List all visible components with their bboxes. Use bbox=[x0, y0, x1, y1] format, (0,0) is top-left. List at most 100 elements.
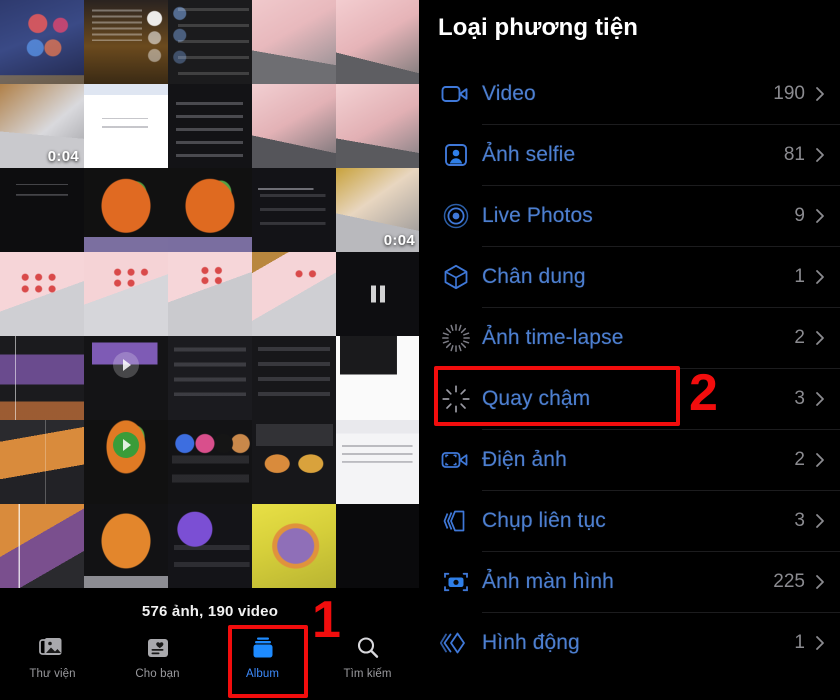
media-type-count: 2 bbox=[794, 326, 805, 348]
media-type-row-anh-time-lapse[interactable]: Ảnh time-lapse 2 bbox=[420, 307, 840, 368]
photo-thumbnail[interactable] bbox=[84, 504, 168, 588]
photo-thumbnail[interactable] bbox=[84, 84, 168, 168]
chevron-right-icon bbox=[814, 208, 826, 224]
media-type-row-video[interactable]: Video 190 bbox=[420, 63, 840, 124]
cinematic-video-icon bbox=[434, 438, 478, 482]
annotation-number-1: 1 bbox=[312, 591, 341, 649]
live-photo-rings-icon bbox=[434, 194, 478, 238]
play-icon bbox=[113, 351, 139, 378]
media-type-list[interactable]: Video 190 Ảnh selfie 81 Live Photos 9 Ch… bbox=[420, 63, 840, 673]
media-type-row-live-photos[interactable]: Live Photos 9 bbox=[420, 185, 840, 246]
media-type-row-dien-anh[interactable]: Điện ảnh 2 bbox=[420, 429, 840, 490]
media-type-label: Chân dung bbox=[482, 264, 586, 288]
photo-thumbnail[interactable] bbox=[168, 168, 252, 252]
tab-cho-ban[interactable]: Cho bạn bbox=[105, 633, 210, 680]
animated-chevrons-icon bbox=[434, 621, 478, 665]
library-count-label: 576 ảnh, 190 video bbox=[141, 602, 279, 620]
chevron-right-icon bbox=[814, 86, 826, 102]
photo-thumbnail[interactable] bbox=[84, 252, 168, 336]
photo-thumbnail[interactable] bbox=[168, 0, 252, 84]
row-separator bbox=[482, 429, 840, 430]
play-icon bbox=[113, 432, 139, 459]
photo-thumbnail[interactable] bbox=[84, 168, 168, 252]
media-type-row-chup-lien-tuc[interactable]: Chụp liên tục 3 bbox=[420, 490, 840, 551]
photo-thumbnail[interactable] bbox=[0, 336, 84, 420]
photo-thumbnail[interactable] bbox=[336, 252, 420, 336]
media-type-label: Chụp liên tục bbox=[482, 508, 606, 532]
photo-thumbnail[interactable] bbox=[84, 420, 168, 504]
media-type-row-chan-dung[interactable]: Chân dung 1 bbox=[420, 246, 840, 307]
photo-thumbnail[interactable] bbox=[0, 168, 84, 252]
portrait-cube-icon bbox=[434, 255, 478, 299]
photo-thumbnail[interactable]: 0:04 bbox=[336, 168, 420, 252]
photo-thumbnail[interactable] bbox=[336, 420, 420, 504]
photo-thumbnail[interactable] bbox=[168, 84, 252, 168]
selfie-person-icon bbox=[434, 133, 478, 177]
media-type-row-hinh-dong[interactable]: Hình động 1 bbox=[420, 612, 840, 673]
bottom-tab-bar[interactable]: Thư viện Cho bạn Album Tìm kiếm bbox=[0, 625, 420, 700]
photo-thumbnail[interactable] bbox=[252, 252, 336, 336]
page-title: Loại phương tiện bbox=[438, 14, 639, 41]
photo-thumbnail[interactable] bbox=[0, 420, 84, 504]
media-type-count: 81 bbox=[783, 143, 805, 165]
photo-thumbnail[interactable] bbox=[0, 504, 84, 588]
photo-thumbnail[interactable] bbox=[84, 336, 168, 420]
photo-thumbnail[interactable] bbox=[84, 0, 168, 84]
search-icon bbox=[355, 633, 381, 663]
photo-thumbnail[interactable] bbox=[168, 336, 252, 420]
photo-thumbnail[interactable] bbox=[336, 504, 420, 588]
media-type-count: 9 bbox=[794, 204, 805, 226]
photo-thumbnail[interactable] bbox=[168, 420, 252, 504]
screenshot-camera-icon bbox=[434, 560, 478, 604]
photo-thumbnail[interactable]: 0:04 bbox=[0, 84, 84, 168]
albums-icon bbox=[249, 633, 277, 663]
media-type-count: 2 bbox=[794, 448, 805, 470]
tab-label: Album bbox=[245, 668, 280, 680]
chevron-right-icon bbox=[814, 330, 826, 346]
video-duration: 0:04 bbox=[383, 232, 415, 249]
media-type-count: 225 bbox=[773, 570, 805, 592]
photo-stack-icon bbox=[38, 633, 67, 663]
tab-label: Cho bạn bbox=[135, 668, 180, 680]
timelapse-sunburst-icon bbox=[434, 316, 478, 360]
photo-thumbnail[interactable] bbox=[336, 0, 420, 84]
row-separator bbox=[482, 490, 840, 491]
tab-thu-vien[interactable]: Thư viện bbox=[0, 633, 105, 680]
media-type-label: Ảnh selfie bbox=[482, 142, 576, 166]
chevron-right-icon bbox=[814, 574, 826, 590]
row-separator bbox=[482, 368, 840, 369]
media-type-count: 1 bbox=[794, 265, 805, 287]
tab-album[interactable]: Album bbox=[210, 633, 315, 680]
burst-stack-icon bbox=[434, 499, 478, 543]
row-separator bbox=[482, 551, 840, 552]
photo-thumbnail[interactable] bbox=[252, 504, 336, 588]
media-type-row-anh-selfie[interactable]: Ảnh selfie 81 bbox=[420, 124, 840, 185]
chevron-right-icon bbox=[814, 147, 826, 163]
photo-thumbnail[interactable] bbox=[336, 84, 420, 168]
for-you-card-icon bbox=[145, 633, 171, 663]
photo-thumbnail[interactable] bbox=[252, 420, 336, 504]
chevron-right-icon bbox=[814, 269, 826, 285]
tab-label: Tìm kiếm bbox=[343, 668, 392, 680]
photo-thumbnail[interactable] bbox=[0, 252, 84, 336]
photo-thumbnail-grid[interactable]: 0:04 0:04 bbox=[0, 0, 420, 597]
media-type-count: 3 bbox=[794, 387, 805, 409]
media-type-row-quay-cham[interactable]: Quay chậm 3 bbox=[420, 368, 840, 429]
row-separator bbox=[482, 246, 840, 247]
photo-thumbnail[interactable] bbox=[168, 252, 252, 336]
photo-thumbnail[interactable] bbox=[252, 0, 336, 84]
chevron-right-icon bbox=[814, 513, 826, 529]
video-duration: 0:04 bbox=[47, 148, 79, 165]
photo-thumbnail[interactable] bbox=[252, 84, 336, 168]
photo-thumbnail[interactable] bbox=[168, 504, 252, 588]
media-type-row-anh-man-hinh[interactable]: Ảnh màn hình 225 bbox=[420, 551, 840, 612]
row-separator bbox=[482, 307, 840, 308]
pause-icon bbox=[371, 285, 385, 303]
media-type-label: Live Photos bbox=[482, 203, 593, 227]
photo-thumbnail[interactable] bbox=[252, 168, 336, 252]
media-type-panel: Loại phương tiện Video 190 Ảnh selfie 81… bbox=[420, 0, 840, 700]
photo-thumbnail[interactable] bbox=[252, 336, 336, 420]
photo-thumbnail[interactable] bbox=[0, 0, 84, 84]
video-camera-icon bbox=[434, 72, 478, 116]
photo-thumbnail[interactable] bbox=[336, 336, 420, 420]
